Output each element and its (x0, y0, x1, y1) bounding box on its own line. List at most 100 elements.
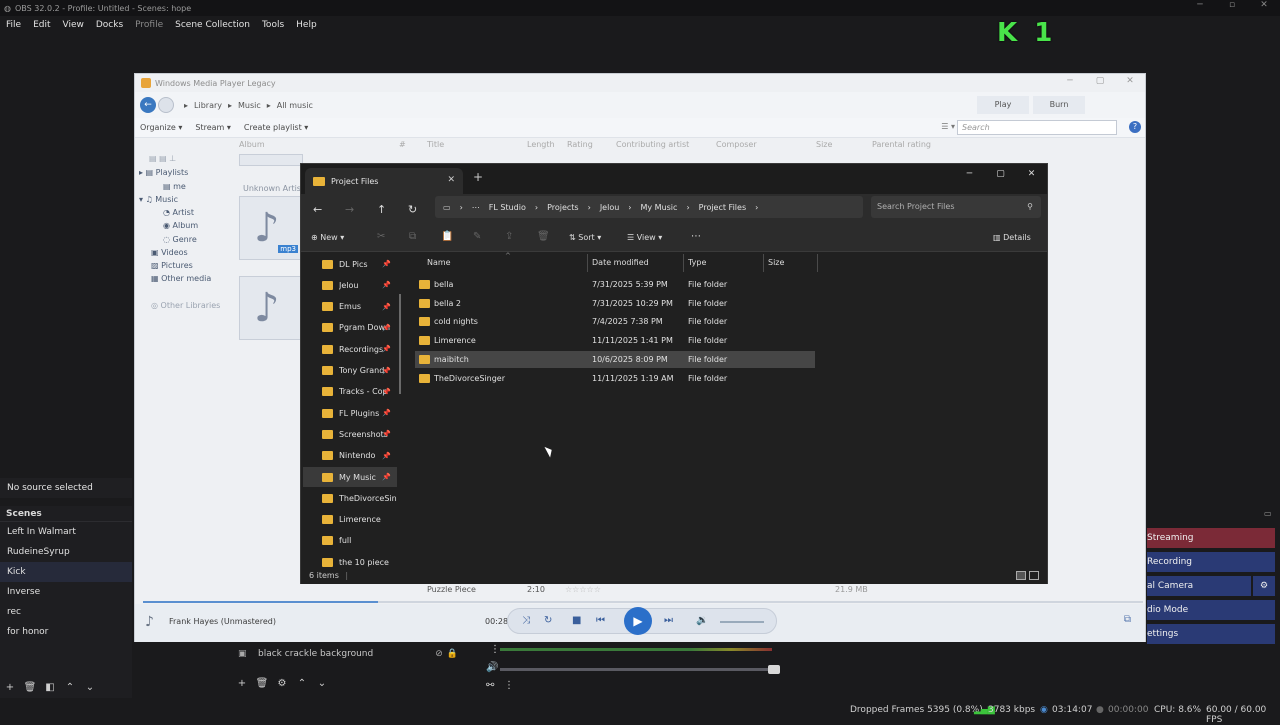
rename-icon[interactable]: ✎ (473, 231, 481, 242)
gear-icon[interactable]: ⚙ (272, 678, 292, 689)
gear-icon[interactable]: ⚙ (1253, 576, 1275, 596)
nav-item[interactable]: Tony Grand 📌 (303, 361, 397, 381)
address-breadcrumb[interactable]: ▭ › ⋯ FL Studio › Projects › Jelou › My … (435, 196, 863, 218)
breadcrumb-projects[interactable]: Projects (547, 203, 579, 212)
tiles-view-icon[interactable] (1029, 571, 1039, 580)
maximize-icon[interactable]: ▫ (1216, 0, 1248, 10)
sidebar-item-genre[interactable]: ◌ Genre (163, 235, 197, 244)
rating-stars-icon[interactable]: ☆☆☆☆☆ (565, 585, 601, 594)
col-name[interactable]: Name (427, 258, 451, 267)
album-art[interactable]: ♪ mp3 (239, 196, 303, 260)
nav-item[interactable]: Pgram Down 📌 (303, 318, 397, 338)
streaming-button[interactable]: Streaming (1147, 528, 1275, 548)
nav-item[interactable]: Recordings 📌 (303, 339, 397, 359)
cut-icon[interactable]: ✂ (377, 231, 385, 242)
sidebar-item-videos[interactable]: ▣ Videos (151, 248, 188, 257)
volume-icon[interactable]: 🔉 (696, 615, 708, 626)
breadcrumb-project-files[interactable]: Project Files (699, 203, 746, 212)
trash-icon[interactable]: 🗑 (252, 678, 272, 689)
ellipsis-icon[interactable]: ⋯ (472, 203, 480, 212)
file-row[interactable]: maibitch 10/6/2025 8:09 PM File folder (415, 350, 815, 368)
paste-icon[interactable]: 📋 (441, 231, 453, 242)
pin-icon[interactable]: 📌 (382, 345, 391, 353)
col-rating[interactable]: Rating (567, 140, 593, 149)
back-icon[interactable]: ← (313, 203, 322, 216)
filter-icon[interactable]: ◧ (40, 682, 60, 693)
sidebar-item-me[interactable]: ▤ me (163, 182, 186, 191)
scene-item[interactable]: RudeineSyrup (0, 542, 132, 562)
menu-scene-collection[interactable]: Scene Collection (169, 20, 256, 30)
next-icon[interactable]: ⏭ (664, 615, 673, 626)
sidebar-item-artist[interactable]: ◔ Artist (163, 208, 194, 217)
speaker-icon[interactable]: 🔊 (486, 662, 498, 673)
pin-icon[interactable]: 📌 (382, 260, 391, 268)
file-row[interactable]: TheDivorceSinger 11/11/2025 1:19 AM File f… (415, 370, 815, 387)
sidebar-item-other-libraries[interactable]: ◎ Other Libraries (151, 301, 220, 310)
menu-profile[interactable]: Profile (129, 20, 169, 30)
breadcrumb-music[interactable]: Music (238, 101, 261, 110)
nav-item[interactable]: Screenshots 📌 (303, 424, 397, 444)
view-options-icon[interactable]: ☰ ▾ (941, 122, 955, 131)
close-tab-icon[interactable]: ✕ (447, 175, 455, 185)
col-contributing-artist[interactable]: Contributing artist (616, 140, 689, 149)
organize-button[interactable]: Organize ▾ (140, 123, 182, 132)
settings-button[interactable]: ettings (1147, 624, 1275, 644)
play-icon[interactable]: ▶ (624, 607, 652, 635)
scene-item[interactable]: Left In Walmart (0, 522, 132, 542)
volume-slider[interactable] (720, 621, 764, 623)
file-row[interactable]: cold nights 7/4/2025 7:38 PM File folder (415, 313, 815, 330)
wmp-search-input[interactable]: Search (957, 120, 1117, 135)
breadcrumb-jelou[interactable]: Jelou (600, 203, 619, 212)
file-row[interactable]: Limerence 11/11/2025 1:41 PM File folder (415, 332, 815, 349)
col-album[interactable]: Album (239, 140, 265, 149)
col-length[interactable]: Length (527, 140, 555, 149)
link-icon[interactable]: ⚯ (486, 680, 504, 691)
nav-item[interactable]: My Music 📌 (303, 467, 397, 487)
nav-item[interactable]: Limerence (303, 510, 397, 530)
down-icon[interactable]: ⌄ (80, 682, 100, 693)
sidebar-item-other-media[interactable]: ▦ Other media (151, 274, 211, 283)
trash-icon[interactable]: 🗑 (20, 682, 40, 693)
col-type[interactable]: Type (688, 258, 706, 267)
col-number[interactable]: # (399, 140, 406, 149)
delete-icon[interactable]: 🗑 (537, 231, 550, 242)
more-icon[interactable]: ⋮ (504, 680, 522, 691)
minimize-icon[interactable]: ─ (1184, 0, 1216, 10)
volume-slider[interactable] (500, 665, 780, 674)
scene-item-selected[interactable]: Kick (0, 562, 132, 582)
pin-icon[interactable]: 📌 (382, 367, 391, 375)
more-icon[interactable]: ⋯ (691, 231, 701, 242)
album-art[interactable]: ♪ (239, 276, 303, 340)
up-icon[interactable]: ⌃ (60, 682, 80, 693)
maximize-icon[interactable]: ▢ (985, 164, 1016, 184)
col-date-modified[interactable]: Date modified (592, 258, 649, 267)
tab-project-files[interactable]: Project Files ✕ (305, 168, 463, 194)
close-icon[interactable]: ✕ (1016, 164, 1047, 184)
menu-docks[interactable]: Docks (90, 20, 129, 30)
pin-icon[interactable]: 📌 (382, 473, 391, 481)
nav-item[interactable]: FL Plugins 📌 (303, 403, 397, 423)
close-icon[interactable]: ✕ (1115, 76, 1145, 86)
shuffle-icon[interactable]: ⤨ (522, 615, 530, 626)
breadcrumb-all-music[interactable]: All music (277, 101, 313, 110)
nav-item[interactable]: Jelou 📌 (303, 275, 397, 295)
album-art[interactable] (239, 154, 303, 166)
create-playlist-button[interactable]: Create playlist ▾ (244, 123, 308, 132)
search-input[interactable]: Search Project Files ⚲ (871, 196, 1041, 218)
scene-item[interactable]: for honor (0, 622, 132, 642)
breadcrumb-my-music[interactable]: My Music (640, 203, 677, 212)
sidebar-item-album[interactable]: ◉ Album (163, 221, 198, 230)
new-button[interactable]: ⊕ New ▾ (311, 233, 344, 242)
seek-bar[interactable] (143, 601, 1143, 603)
details-view-icon[interactable] (1016, 571, 1026, 580)
menu-edit[interactable]: Edit (27, 20, 56, 30)
sidebar-item-pictures[interactable]: ▨ Pictures (151, 261, 193, 270)
menu-view[interactable]: View (57, 20, 90, 30)
add-icon[interactable]: + (232, 678, 252, 689)
forward-icon[interactable] (158, 97, 174, 113)
sort-button[interactable]: ⇅ Sort ▾ (569, 233, 601, 242)
copy-icon[interactable]: ⧉ (409, 231, 416, 242)
menu-tools[interactable]: Tools (256, 20, 290, 30)
studio-mode-button[interactable]: dio Mode (1147, 600, 1275, 620)
pin-icon[interactable]: 📌 (382, 281, 391, 289)
